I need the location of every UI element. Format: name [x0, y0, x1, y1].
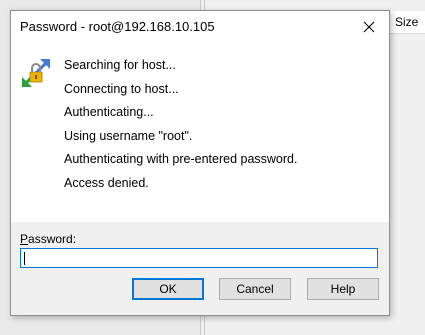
close-icon: [363, 21, 375, 32]
password-label-accelerator: P: [20, 232, 29, 246]
text-caret: [24, 252, 25, 265]
log-line: Authenticating...: [64, 105, 154, 119]
password-label: Password:: [20, 232, 76, 246]
log-line: Connecting to host...: [64, 81, 179, 96]
column-header-label: Size: [395, 15, 419, 29]
help-button[interactable]: Help: [307, 278, 379, 300]
background-column-header-size[interactable]: Size: [389, 11, 425, 34]
password-input[interactable]: [20, 248, 378, 268]
password-label-text: assword:: [28, 232, 77, 246]
dialog-titlebar[interactable]: Password - root@192.168.10.105: [11, 11, 389, 42]
cancel-button[interactable]: Cancel: [219, 278, 291, 300]
close-button[interactable]: [349, 11, 389, 42]
log-line: Searching for host...: [64, 58, 176, 72]
log-line: Using username "root".: [64, 128, 193, 143]
connection-log: Searching for host... Connecting to host…: [64, 54, 297, 195]
ok-button[interactable]: OK: [132, 278, 204, 300]
dialog-content: Searching for host... Connecting to host…: [11, 42, 389, 222]
dialog-title: Password - root@192.168.10.105: [20, 19, 215, 34]
log-line: Access denied.: [64, 175, 149, 190]
password-dialog: Password - root@192.168.10.105 Searching…: [10, 10, 390, 316]
winscp-keys-arrows-icon: [22, 59, 50, 87]
log-line: Authenticating with pre-entered password…: [64, 152, 298, 166]
